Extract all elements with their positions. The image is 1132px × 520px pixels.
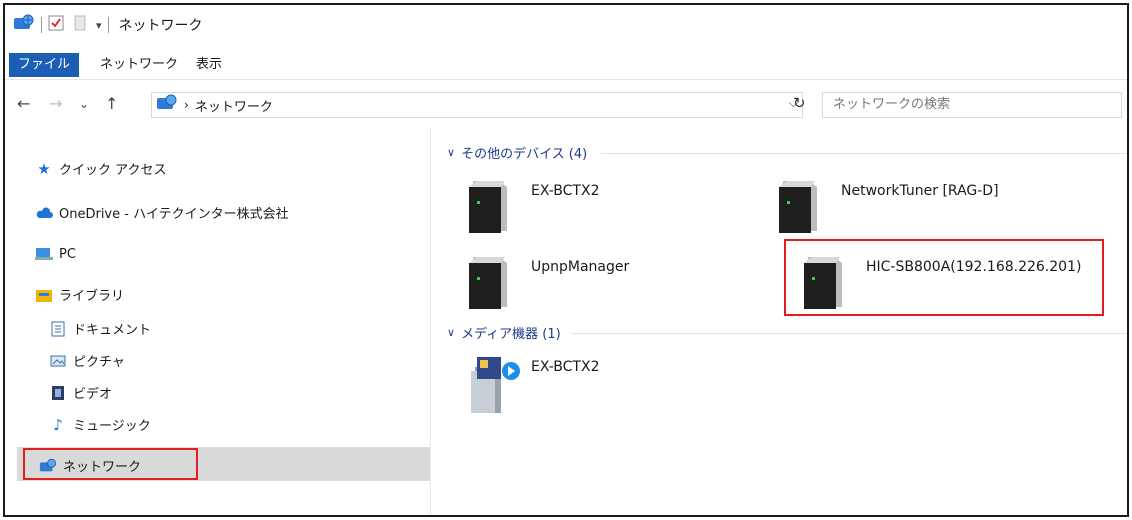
group-title: その他のデバイス (4) bbox=[461, 147, 588, 162]
group-header-media-devices[interactable]: ∨ メディア機器 (1) bbox=[447, 323, 561, 342]
server-icon bbox=[467, 177, 513, 235]
nav-label: クイック アクセス bbox=[59, 163, 167, 178]
window-title: ネットワーク bbox=[118, 18, 203, 34]
tab-network[interactable]: ネットワーク bbox=[91, 53, 187, 77]
device-label: EX-BCTX2 bbox=[531, 359, 600, 375]
cloud-icon bbox=[35, 204, 53, 222]
new-folder-icon[interactable] bbox=[74, 15, 86, 35]
chevron-down-icon: ∨ bbox=[447, 326, 456, 339]
nav-music[interactable]: ♪ ミュージック bbox=[49, 415, 151, 435]
network-icon[interactable] bbox=[13, 14, 35, 36]
pc-icon bbox=[35, 245, 53, 263]
separator bbox=[107, 17, 109, 33]
highlight-box bbox=[23, 448, 198, 480]
tab-file[interactable]: ファイル bbox=[9, 53, 80, 77]
library-icon bbox=[35, 286, 53, 304]
tab-view[interactable]: 表示 bbox=[187, 53, 231, 77]
nav-documents[interactable]: ドキュメント bbox=[49, 319, 151, 338]
divider bbox=[601, 153, 1127, 154]
pictures-icon bbox=[49, 352, 67, 370]
nav-label: ミュージック bbox=[73, 419, 151, 434]
separator bbox=[41, 17, 42, 33]
nav-videos[interactable]: ビデオ bbox=[49, 383, 112, 402]
nav-label: ドキュメント bbox=[73, 323, 152, 338]
device-label: UpnpManager bbox=[531, 259, 630, 275]
recent-locations-icon[interactable]: ⌄ bbox=[79, 97, 89, 111]
properties-icon[interactable] bbox=[48, 15, 64, 35]
nav-onedrive[interactable]: OneDrive - ハイテクインター株式会社 bbox=[35, 203, 289, 222]
customize-toolbar-icon[interactable]: ▾ bbox=[96, 19, 102, 32]
music-icon: ♪ bbox=[53, 415, 63, 434]
divider bbox=[571, 333, 1127, 334]
nav-quick-access[interactable]: ★ クイック アクセス bbox=[35, 159, 167, 179]
search-input[interactable]: ネットワークの検索 bbox=[822, 92, 1122, 118]
video-icon bbox=[49, 384, 67, 402]
device-label: NetworkTuner [RAG-D] bbox=[841, 183, 999, 199]
star-icon: ★ bbox=[37, 159, 51, 178]
group-header-other-devices[interactable]: ∨ その他のデバイス (4) bbox=[447, 143, 587, 162]
document-icon bbox=[49, 320, 67, 338]
media-device-icon bbox=[467, 353, 527, 415]
nav-label: ピクチャ bbox=[73, 355, 125, 370]
nav-pictures[interactable]: ピクチャ bbox=[49, 351, 125, 370]
breadcrumb[interactable]: ネットワーク bbox=[195, 96, 273, 115]
address-bar[interactable]: › ネットワーク ⌵ bbox=[151, 92, 803, 118]
nav-library[interactable]: ライブラリ bbox=[35, 285, 124, 304]
address-row: ← → ⌄ ↑ › ネットワーク ⌵ ↻ ネットワークの検索 bbox=[5, 89, 1127, 123]
device-media-ex-bctx2[interactable]: EX-BCTX2 bbox=[467, 353, 599, 415]
device-upnpmanager[interactable]: UpnpManager bbox=[467, 253, 629, 311]
nav-label: ビデオ bbox=[73, 387, 113, 402]
group-title: メディア機器 (1) bbox=[461, 327, 561, 342]
device-label: EX-BCTX2 bbox=[531, 183, 600, 199]
device-ex-bctx2[interactable]: EX-BCTX2 bbox=[467, 177, 599, 235]
network-icon bbox=[156, 94, 178, 116]
server-icon bbox=[777, 177, 823, 235]
nav-pc[interactable]: PC bbox=[35, 245, 76, 263]
nav-label: ライブラリ bbox=[59, 289, 125, 304]
device-networktuner[interactable]: NetworkTuner [RAG-D] bbox=[777, 177, 999, 235]
chevron-right-icon[interactable]: › bbox=[184, 98, 189, 112]
forward-icon[interactable]: → bbox=[49, 94, 62, 113]
highlight-box bbox=[784, 239, 1104, 316]
explorer-window: ▾ ネットワーク ファイル ネットワーク 表示 ← → ⌄ ↑ › ネットワーク… bbox=[3, 3, 1129, 517]
refresh-icon[interactable]: ↻ bbox=[793, 94, 806, 112]
up-icon[interactable]: ↑ bbox=[105, 94, 118, 113]
nav-label: PC bbox=[59, 246, 76, 262]
back-icon[interactable]: ← bbox=[17, 94, 30, 113]
nav-label: OneDrive - ハイテクインター株式会社 bbox=[59, 207, 289, 222]
server-icon bbox=[467, 253, 513, 311]
title-bar: ▾ ネットワーク bbox=[5, 5, 1127, 45]
ribbon: ファイル ネットワーク 表示 bbox=[5, 49, 1127, 80]
navigation-pane: ★ クイック アクセス OneDrive - ハイテクインター株式会社 PC ラ… bbox=[5, 127, 431, 515]
chevron-down-icon: ∨ bbox=[447, 146, 456, 159]
